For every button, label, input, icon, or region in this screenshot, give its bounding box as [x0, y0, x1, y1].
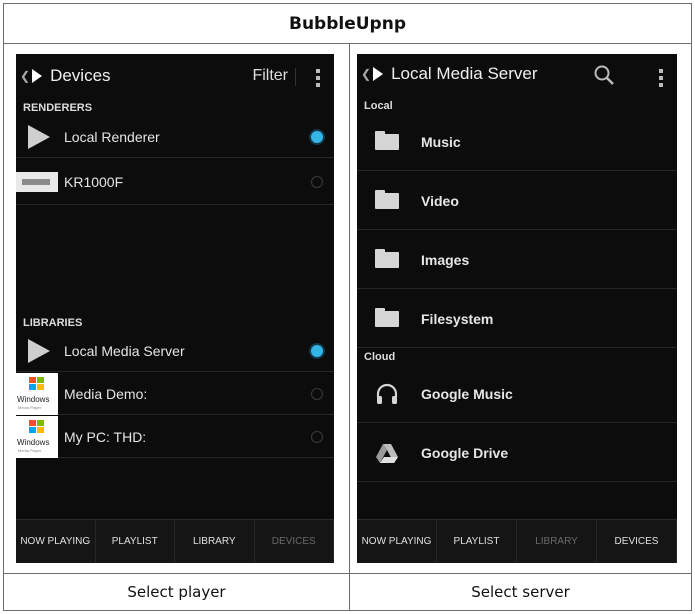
list-item-music[interactable]: Music	[357, 113, 677, 171]
play-logo-icon	[373, 67, 384, 81]
tab-playlist[interactable]: PLAYLIST	[96, 520, 175, 563]
renderers-header: RENDERERS	[23, 102, 93, 114]
caption-select-server: Select server	[471, 583, 570, 601]
radio-selected-icon[interactable]	[311, 344, 323, 357]
device-icon	[16, 161, 58, 203]
list-item-images[interactable]: Images	[357, 231, 677, 289]
screen-title: Local Media Server	[391, 64, 538, 83]
column-divider	[349, 44, 350, 610]
search-icon[interactable]	[593, 64, 615, 86]
tab-devices[interactable]: DEVICES	[597, 520, 677, 563]
tab-now-playing[interactable]: NOW PLAYING	[16, 520, 96, 563]
bottom-tab-bar: NOW PLAYING PLAYLIST LIBRARY DEVICES	[357, 519, 677, 563]
folder-icon	[375, 248, 399, 268]
tab-playlist[interactable]: PLAYLIST	[437, 520, 517, 563]
filter-button[interactable]: Filter	[252, 67, 288, 85]
play-icon	[16, 116, 58, 158]
overflow-menu-icon[interactable]	[316, 69, 320, 90]
app-logo[interactable]: ❮	[20, 69, 50, 83]
bottom-tab-bar: NOW PLAYING PLAYLIST LIBRARY DEVICES	[16, 519, 334, 563]
library-screen: ❮ Local Media Server Local Music Video I…	[357, 54, 677, 563]
radio-unselected-icon[interactable]	[311, 430, 323, 443]
caption-select-player: Select player	[127, 583, 226, 601]
play-logo-icon	[32, 69, 43, 83]
libraries-header: LIBRARIES	[23, 317, 83, 329]
folder-icon	[375, 130, 399, 150]
overflow-menu-icon[interactable]	[659, 69, 663, 90]
library-row[interactable]: Windows Media Player Media Demo:	[16, 372, 334, 415]
action-separator	[295, 68, 296, 86]
library-row[interactable]: Windows Media Player My PC: THD:	[16, 415, 334, 458]
list-item-video[interactable]: Video	[357, 172, 677, 230]
back-chevron-icon: ❮	[361, 67, 372, 81]
play-icon	[16, 330, 58, 372]
windows-media-player-icon: Windows Media Player	[16, 415, 58, 458]
renderer-label: KR1000F	[64, 173, 124, 190]
list-item-google-drive[interactable]: Google Drive	[357, 424, 677, 482]
list-item-google-music[interactable]: Google Music	[357, 365, 677, 423]
folder-icon	[375, 189, 399, 209]
tab-devices[interactable]: DEVICES	[255, 520, 334, 563]
list-item-label: Google Music	[421, 385, 513, 402]
action-bar: ❮ Local Media Server	[357, 54, 677, 94]
library-row[interactable]: Local Media Server	[16, 330, 334, 372]
list-item-label: Filesystem	[421, 310, 494, 327]
radio-selected-icon[interactable]	[311, 130, 323, 143]
radio-unselected-icon[interactable]	[311, 387, 323, 400]
list-item-filesystem[interactable]: Filesystem	[357, 290, 677, 348]
list-item-label: Music	[421, 133, 461, 150]
library-label: Media Demo:	[64, 385, 148, 402]
windows-media-player-icon: Windows Media Player	[16, 372, 58, 415]
table-title: BubbleUpnp	[4, 4, 691, 44]
list-item-label: Images	[421, 251, 470, 268]
local-header: Local	[364, 100, 393, 112]
list-item-label: Google Drive	[421, 444, 509, 461]
list-item-label: Video	[421, 192, 459, 209]
tab-library[interactable]: LIBRARY	[517, 520, 597, 563]
renderer-label: Local Renderer	[64, 128, 160, 145]
radio-unselected-icon[interactable]	[311, 175, 323, 188]
library-label: My PC: THD:	[64, 428, 147, 445]
renderer-row[interactable]: Local Renderer	[16, 116, 334, 158]
cloud-header: Cloud	[364, 351, 396, 363]
library-label: Local Media Server	[64, 342, 185, 359]
action-bar: ❮ Devices Filter	[16, 54, 334, 98]
headphones-icon	[376, 383, 398, 404]
tab-now-playing[interactable]: NOW PLAYING	[357, 520, 437, 563]
tab-library[interactable]: LIBRARY	[175, 520, 255, 563]
devices-screen: ❮ Devices Filter RENDERERS Local Rendere…	[16, 54, 334, 563]
screen-title: Devices	[50, 66, 111, 85]
back-chevron-icon: ❮	[20, 69, 31, 83]
folder-icon	[375, 307, 399, 327]
app-logo[interactable]: ❮	[361, 67, 391, 81]
renderer-row[interactable]: KR1000F	[16, 159, 334, 205]
google-drive-icon	[376, 443, 398, 463]
